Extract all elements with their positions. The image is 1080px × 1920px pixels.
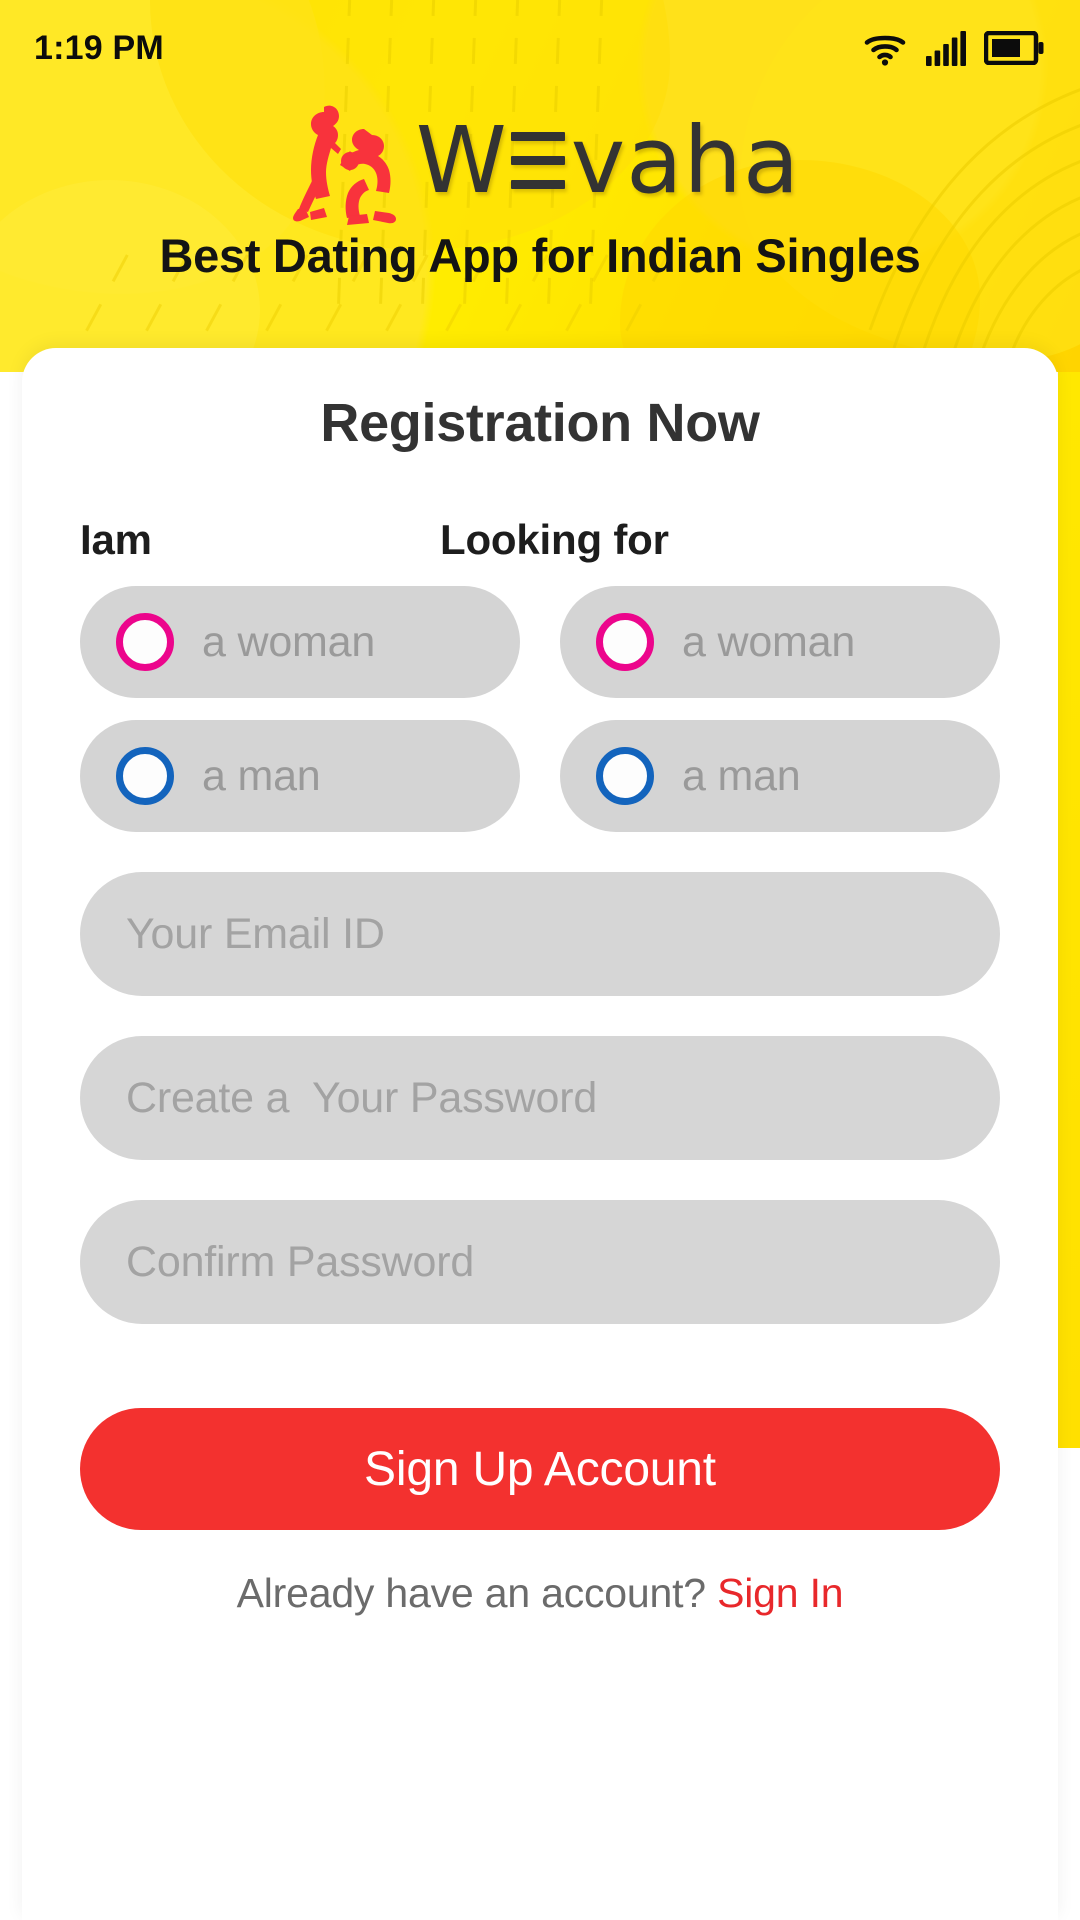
status-bar-icons — [862, 30, 1044, 66]
option-label: a woman — [202, 617, 376, 666]
radio-circle-icon[interactable] — [596, 747, 654, 805]
cellular-signal-icon — [926, 31, 966, 66]
iam-option-man[interactable]: a man — [80, 720, 520, 832]
password-field-wrapper[interactable] — [80, 1036, 1000, 1160]
brand-tagline: Best Dating App for Indian Singles — [159, 229, 921, 282]
status-bar-clock: 1:19 PM — [34, 28, 164, 67]
option-label: a man — [202, 751, 321, 800]
sign-up-button[interactable]: Sign Up Account — [80, 1408, 1000, 1530]
radio-circle-icon[interactable] — [116, 747, 174, 805]
iam-label: Iam — [80, 516, 152, 563]
registration-card: Registration Now Iam Looking for a woman… — [22, 348, 1058, 1920]
email-input[interactable] — [126, 909, 954, 959]
brand-wordmark: W vaha — [416, 115, 800, 207]
sign-in-prompt: Already have an account? Sign In — [80, 1570, 1000, 1617]
brand-logo: W vaha — [0, 96, 1080, 226]
looking-for-option-man[interactable]: a man — [560, 720, 1000, 832]
couple-proposal-icon — [292, 105, 396, 225]
looking-for-label: Looking for — [440, 516, 669, 563]
wordmark-stylized-e — [510, 130, 565, 192]
sign-in-prompt-text: Already have an account? — [236, 1570, 707, 1616]
gender-labels-row: Iam Looking for — [80, 516, 1000, 564]
option-label: a man — [682, 751, 801, 800]
confirm-password-input[interactable] — [126, 1237, 954, 1287]
registration-screen: 1:19 PM W vaha Best Dating App for India… — [0, 0, 1080, 1920]
looking-for-option-woman[interactable]: a woman — [560, 586, 1000, 698]
radio-circle-icon[interactable] — [596, 613, 654, 671]
page-title: Registration Now — [320, 393, 760, 453]
battery-icon — [984, 31, 1044, 65]
wordmark-part1: W — [415, 107, 509, 214]
radio-circle-icon[interactable] — [116, 613, 174, 671]
email-field-wrapper[interactable] — [80, 872, 1000, 996]
iam-option-woman[interactable]: a woman — [80, 586, 520, 698]
wifi-icon — [864, 35, 906, 66]
password-input[interactable] — [126, 1073, 954, 1123]
confirm-password-field-wrapper[interactable] — [80, 1200, 1000, 1324]
registration-form: Iam Looking for a woman a woman a man a … — [22, 516, 1058, 1617]
hero-edge-sliver — [1058, 348, 1080, 1448]
wordmark-part2: vaha — [570, 107, 801, 214]
sign-in-link[interactable]: Sign In — [717, 1570, 843, 1616]
option-label: a woman — [682, 617, 856, 666]
man-options-row: a man a man — [80, 720, 1000, 832]
hero-banner: 1:19 PM W vaha Best Dating App for India… — [0, 0, 1080, 372]
woman-options-row: a woman a woman — [80, 586, 1000, 698]
status-bar: 1:19 PM — [0, 0, 1080, 96]
